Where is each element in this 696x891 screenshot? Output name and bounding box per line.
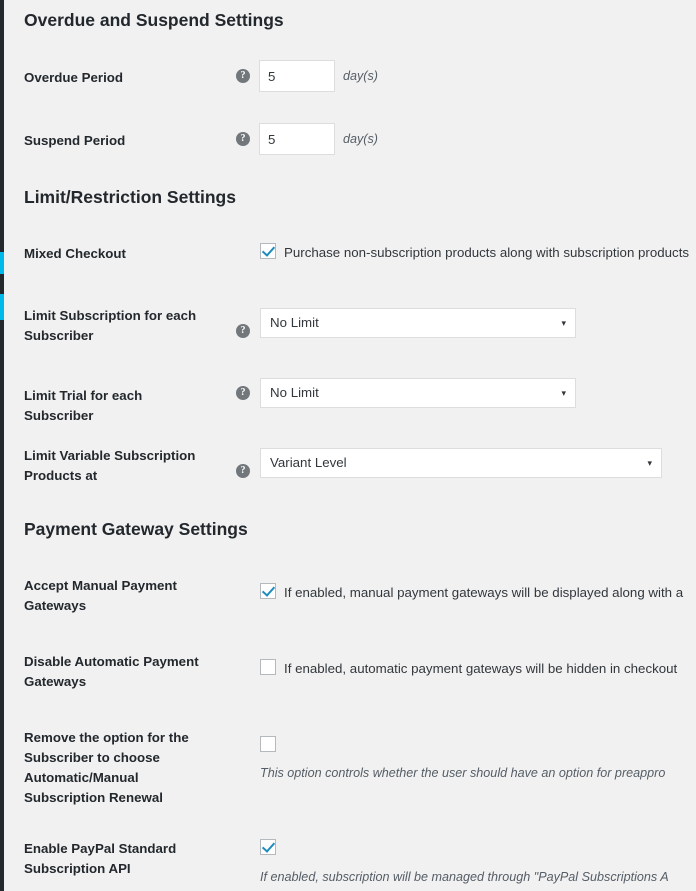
chevron-down-icon: ▾ [561,388,566,398]
field-label-suspend-period: Suspend Period [24,133,126,148]
section-heading-payment-gateway-settings: Payment Gateway Settings [24,519,248,539]
field-label-enable-paypal-standard-subscription-api: Enable PayPal Standard Subscription API [24,841,177,876]
help-icon[interactable]: ? [236,132,250,146]
chevron-down-icon: ▾ [561,318,566,328]
field-label-overdue-period: Overdue Period [24,70,124,85]
field-label-disable-automatic-payment-gateways: Disable Automatic Payment Gateways [24,654,199,689]
field-label-limit-trial-for-each-subscriber: Limit Trial for each Subscriber [24,388,143,423]
remove-automatic-manual-renewal-option-description: This option controls whether the user sh… [260,766,666,780]
section-heading-limit-restriction-settings: Limit/Restriction Settings [24,187,236,207]
disable-automatic-payment-gateways-checkbox[interactable] [260,659,276,675]
suspend-period-input[interactable] [259,123,335,155]
remove-automatic-manual-renewal-option-checkbox[interactable] [260,736,276,752]
help-icon[interactable]: ? [236,464,250,478]
suspend-period-unit: day(s) [343,132,378,146]
enable-paypal-standard-subscription-api-checkbox[interactable] [260,839,276,855]
mixed-checkout-checkbox[interactable] [260,243,276,259]
field-label-limit-variable-subscription-products-at: Limit Variable Subscription Products at [24,448,196,483]
limit-subscription-select[interactable]: No Limit ▾ [260,308,576,338]
limit-trial-select[interactable]: No Limit ▾ [260,378,576,408]
help-icon[interactable]: ? [236,386,250,400]
overdue-period-unit: day(s) [343,69,378,83]
field-label-accept-manual-payment-gateways: Accept Manual Payment Gateways [24,578,177,613]
accept-manual-payment-gateways-description: If enabled, manual payment gateways will… [284,585,684,600]
limit-variable-subscription-products-select-value: Variant Level [270,455,347,470]
disable-automatic-payment-gateways-description: If enabled, automatic payment gateways w… [284,661,678,676]
field-label-remove-option-automatic-manual-subscription-renewal: Remove the option for the Subscriber to … [24,730,189,805]
limit-variable-subscription-products-select[interactable]: Variant Level ▾ [260,448,662,478]
accept-manual-payment-gateways-checkbox[interactable] [260,583,276,599]
field-label-limit-subscription-for-each-subscriber: Limit Subscription for each Subscriber [24,308,197,343]
help-icon[interactable]: ? [236,324,250,338]
chevron-down-icon: ▾ [647,458,652,468]
help-icon[interactable]: ? [236,69,250,83]
enable-paypal-standard-subscription-api-description: If enabled, subscription will be managed… [260,870,669,884]
overdue-period-input[interactable] [259,60,335,92]
limit-trial-select-value: No Limit [270,385,319,400]
field-label-mixed-checkout: Mixed Checkout [24,246,126,261]
subscription-settings-page: Overdue and Suspend Settings Overdue Per… [4,0,696,891]
limit-subscription-select-value: No Limit [270,315,319,330]
mixed-checkout-description: Purchase non-subscription products along… [284,245,690,260]
section-heading-overdue-and-suspend-settings: Overdue and Suspend Settings [24,10,284,30]
